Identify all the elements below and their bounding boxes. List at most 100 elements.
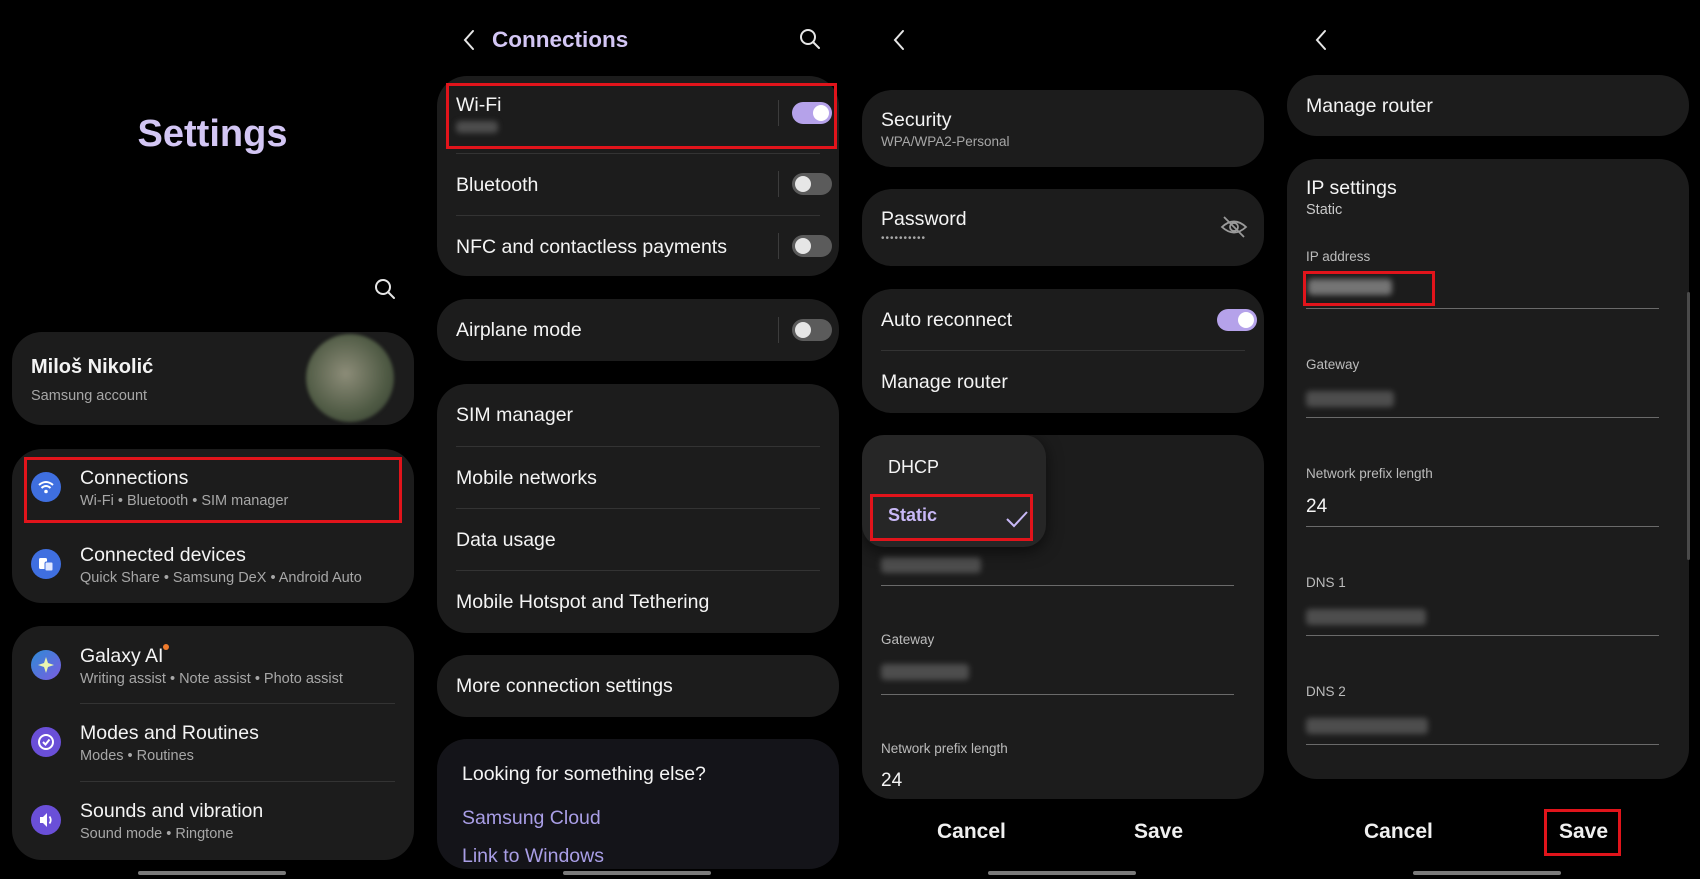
save-highlight xyxy=(1544,809,1621,856)
ip-address-underline xyxy=(1306,308,1659,309)
settings-item-galaxy-ai[interactable]: Galaxy AI Writing assist • Note assist •… xyxy=(12,626,414,703)
ip-address-highlight xyxy=(1303,271,1435,306)
nav-handle[interactable] xyxy=(563,871,711,875)
dns2-label: DNS 2 xyxy=(1306,684,1346,699)
cancel-button[interactable]: Cancel xyxy=(1364,820,1433,844)
settings-item-label: Modes and Routines xyxy=(80,722,259,744)
nfc-label: NFC and contactless payments xyxy=(456,236,727,258)
settings-item-subtitle: Modes • Routines xyxy=(80,748,194,764)
airplane-mode-label: Airplane mode xyxy=(456,319,582,341)
back-arrow-icon[interactable] xyxy=(458,28,482,52)
link-data-usage[interactable]: Data usage xyxy=(437,509,839,570)
dropdown-option-dhcp[interactable]: DHCP xyxy=(888,457,939,478)
dns1-value-redacted[interactable] xyxy=(1306,609,1426,625)
auto-reconnect-label: Auto reconnect xyxy=(881,309,1013,331)
page-title: Connections xyxy=(492,27,629,52)
wifi-details-panel: Security WPA/WPA2-Personal Password ••••… xyxy=(850,0,1275,879)
separator xyxy=(778,171,779,197)
bluetooth-row[interactable]: Bluetooth xyxy=(437,154,839,215)
security-card[interactable]: Security WPA/WPA2-Personal xyxy=(862,90,1264,167)
gateway-value-redacted[interactable] xyxy=(1306,391,1394,407)
more-settings-card[interactable]: More connection settings xyxy=(437,655,839,717)
reconnect-card: Auto reconnect Manage router xyxy=(862,289,1264,413)
settings-item-subtitle: Sound mode • Ringtone xyxy=(80,826,234,842)
nfc-row[interactable]: NFC and contactless payments xyxy=(437,216,839,276)
routines-icon xyxy=(31,727,61,757)
ip-settings-card: IP settings Static IP address Gateway Ne… xyxy=(1287,159,1689,779)
nav-handle[interactable] xyxy=(138,871,286,875)
link-mobile-networks[interactable]: Mobile networks xyxy=(437,447,839,508)
settings-item-connected-devices[interactable]: Connected devices Quick Share • Samsung … xyxy=(12,526,414,603)
search-icon[interactable] xyxy=(374,278,396,300)
airplane-mode-toggle[interactable] xyxy=(792,319,832,341)
link-sim-manager[interactable]: SIM manager xyxy=(437,384,839,446)
link-label: Mobile networks xyxy=(456,467,597,489)
prefix-underline xyxy=(1306,526,1659,527)
manage-router-card[interactable]: Manage router xyxy=(1287,75,1689,136)
page-title: Settings xyxy=(137,113,288,155)
ip-settings-label[interactable]: IP settings xyxy=(1306,177,1397,200)
back-arrow-icon[interactable] xyxy=(1310,28,1334,52)
avatar[interactable] xyxy=(306,334,394,422)
sound-icon xyxy=(31,805,61,835)
link-label: Mobile Hotspot and Tethering xyxy=(456,591,710,613)
dns2-value-redacted[interactable] xyxy=(1306,718,1428,734)
gateway-underline xyxy=(1306,417,1659,418)
prefix-value[interactable]: 24 xyxy=(881,770,902,792)
save-button[interactable]: Save xyxy=(1134,820,1183,844)
prefix-label: Network prefix length xyxy=(1306,466,1433,481)
prefix-value[interactable]: 24 xyxy=(1306,496,1327,518)
password-label: Password xyxy=(881,208,967,230)
ip-address-value-redacted xyxy=(881,557,981,573)
connections-panel: Connections Wi-Fi Bluetooth NFC and cont… xyxy=(425,0,850,879)
settings-item-sounds-vibration[interactable]: Sounds and vibration Sound mode • Ringto… xyxy=(12,782,414,859)
separator xyxy=(778,317,779,343)
link-label: SIM manager xyxy=(456,404,574,426)
new-badge-dot xyxy=(163,644,169,650)
password-card[interactable]: Password •••••••••• xyxy=(862,189,1264,266)
settings-item-subtitle: Quick Share • Samsung DeX • Android Auto xyxy=(80,570,362,586)
dns2-underline xyxy=(1306,744,1659,745)
bluetooth-toggle[interactable] xyxy=(792,173,832,195)
features-group-card: Galaxy AI Writing assist • Note assist •… xyxy=(12,626,414,860)
settings-item-modes-routines[interactable]: Modes and Routines Modes • Routines xyxy=(12,704,414,781)
looking-title: Looking for something else? xyxy=(462,763,706,785)
dns1-underline xyxy=(1306,635,1659,636)
link-to-windows[interactable]: Link to Windows xyxy=(462,845,604,868)
nfc-toggle[interactable] xyxy=(792,235,832,257)
airplane-card[interactable]: Airplane mode xyxy=(437,299,839,361)
settings-item-label: Sounds and vibration xyxy=(80,800,264,822)
manage-router-label: Manage router xyxy=(1306,95,1433,117)
link-samsung-cloud[interactable]: Samsung Cloud xyxy=(462,807,601,830)
more-connection-settings-label: More connection settings xyxy=(456,675,673,697)
password-value: •••••••••• xyxy=(881,233,927,244)
settings-panel: Settings Miloš Nikolić Samsung account C… xyxy=(0,0,425,879)
nav-handle[interactable] xyxy=(1413,871,1561,875)
search-icon[interactable] xyxy=(799,28,821,50)
galaxy-ai-icon xyxy=(31,650,61,680)
ip-address-underline xyxy=(881,585,1234,586)
back-arrow-icon[interactable] xyxy=(888,28,912,52)
cancel-button[interactable]: Cancel xyxy=(937,820,1006,844)
security-value: WPA/WPA2-Personal xyxy=(881,134,1010,149)
scrollbar[interactable] xyxy=(1687,292,1690,560)
ip-settings-value: Static xyxy=(1306,202,1343,218)
gateway-label: Gateway xyxy=(1306,357,1360,372)
account-card[interactable]: Miloš Nikolić Samsung account xyxy=(12,332,414,425)
gateway-underline xyxy=(881,694,1234,695)
devices-icon xyxy=(31,549,61,579)
auto-reconnect-row[interactable]: Auto reconnect xyxy=(862,289,1264,350)
eye-off-icon[interactable] xyxy=(1220,215,1248,239)
manage-router-row[interactable]: Manage router xyxy=(862,351,1264,413)
looking-card: Looking for something else? Samsung Clou… xyxy=(437,739,839,869)
network-links-card: SIM manager Mobile networks Data usage M… xyxy=(437,384,839,633)
connections-highlight xyxy=(24,457,402,523)
ip-settings-panel: Manage router IP settings Static IP addr… xyxy=(1275,0,1700,879)
bluetooth-label: Bluetooth xyxy=(456,174,539,196)
prefix-label: Network prefix length xyxy=(881,741,1008,756)
nav-handle[interactable] xyxy=(988,871,1136,875)
ip-address-label: IP address xyxy=(1306,249,1371,264)
wifi-highlight xyxy=(446,83,837,149)
link-hotspot[interactable]: Mobile Hotspot and Tethering xyxy=(437,571,839,633)
auto-reconnect-toggle[interactable] xyxy=(1217,309,1257,331)
